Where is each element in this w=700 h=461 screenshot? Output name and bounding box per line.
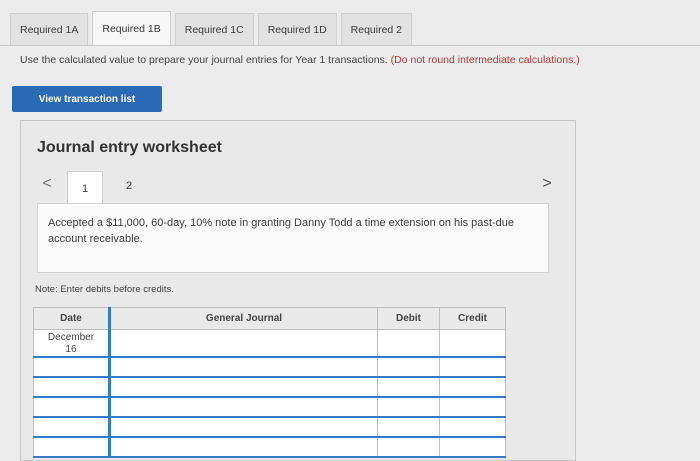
credit-header: Credit: [439, 307, 506, 330]
chevron-left-icon[interactable]: <: [37, 173, 57, 195]
debit-input[interactable]: [377, 396, 440, 418]
tab-required-2[interactable]: Required 2: [340, 13, 413, 45]
table-header-row: Date General Journal Debit Credit: [33, 307, 506, 330]
tab-required-1b[interactable]: Required 1B: [92, 11, 171, 45]
date-cell[interactable]: [33, 356, 110, 378]
account-input[interactable]: [108, 436, 378, 458]
credit-input[interactable]: [439, 356, 506, 378]
date-month: December: [47, 332, 95, 343]
table-row: [33, 396, 506, 418]
tab-bar: Required 1A Required 1B Required 1C Requ…: [0, 8, 700, 46]
debit-input[interactable]: [377, 329, 440, 358]
tab-required-1d[interactable]: Required 1D: [257, 13, 337, 45]
credit-input[interactable]: [439, 416, 506, 438]
transaction-description: Accepted a $11,000, 60-day, 10% note in …: [37, 203, 549, 273]
date-day: 16: [65, 344, 77, 355]
general-journal-header: General Journal: [108, 307, 378, 330]
credit-input[interactable]: [439, 329, 506, 358]
debit-input[interactable]: [377, 376, 440, 398]
table-row: [33, 376, 506, 398]
tab-required-1c[interactable]: Required 1C: [174, 13, 254, 45]
date-cell[interactable]: [33, 416, 110, 438]
debit-input[interactable]: [377, 416, 440, 438]
table-row: [33, 436, 506, 458]
table-row: [33, 356, 506, 378]
date-cell[interactable]: [33, 376, 110, 398]
date-cell[interactable]: [33, 396, 110, 418]
debit-input[interactable]: [377, 436, 440, 458]
instructions: Use the calculated value to prepare your…: [20, 54, 580, 66]
page-1-tab[interactable]: 1: [67, 171, 103, 205]
view-transaction-list-button[interactable]: View transaction list: [12, 86, 162, 112]
note-text: Note: Enter debits before credits.: [35, 284, 174, 295]
page-2-tab[interactable]: 2: [111, 171, 147, 201]
credit-input[interactable]: [439, 436, 506, 458]
account-input[interactable]: [108, 329, 378, 358]
date-cell[interactable]: December 16: [33, 329, 110, 358]
instructions-main: Use the calculated value to prepare your…: [20, 54, 391, 66]
debit-header: Debit: [377, 307, 440, 330]
account-input[interactable]: [108, 396, 378, 418]
account-input[interactable]: [108, 376, 378, 398]
date-cell[interactable]: [33, 436, 110, 458]
table-row: [33, 416, 506, 438]
tab-required-1a[interactable]: Required 1A: [10, 13, 89, 45]
worksheet-title: Journal entry worksheet: [37, 139, 222, 156]
journal-entry-worksheet: Journal entry worksheet < 1 2 > Accepted…: [20, 120, 576, 461]
table-row: December 16: [33, 329, 506, 358]
account-input[interactable]: [108, 416, 378, 438]
debit-input[interactable]: [377, 356, 440, 378]
journal-table: Date General Journal Debit Credit Decemb…: [33, 307, 506, 458]
credit-input[interactable]: [439, 396, 506, 418]
credit-input[interactable]: [439, 376, 506, 398]
date-header: Date: [33, 307, 110, 330]
account-input[interactable]: [108, 356, 378, 378]
instructions-hint: (Do not round intermediate calculations.…: [390, 54, 580, 66]
chevron-right-icon[interactable]: >: [537, 173, 557, 195]
